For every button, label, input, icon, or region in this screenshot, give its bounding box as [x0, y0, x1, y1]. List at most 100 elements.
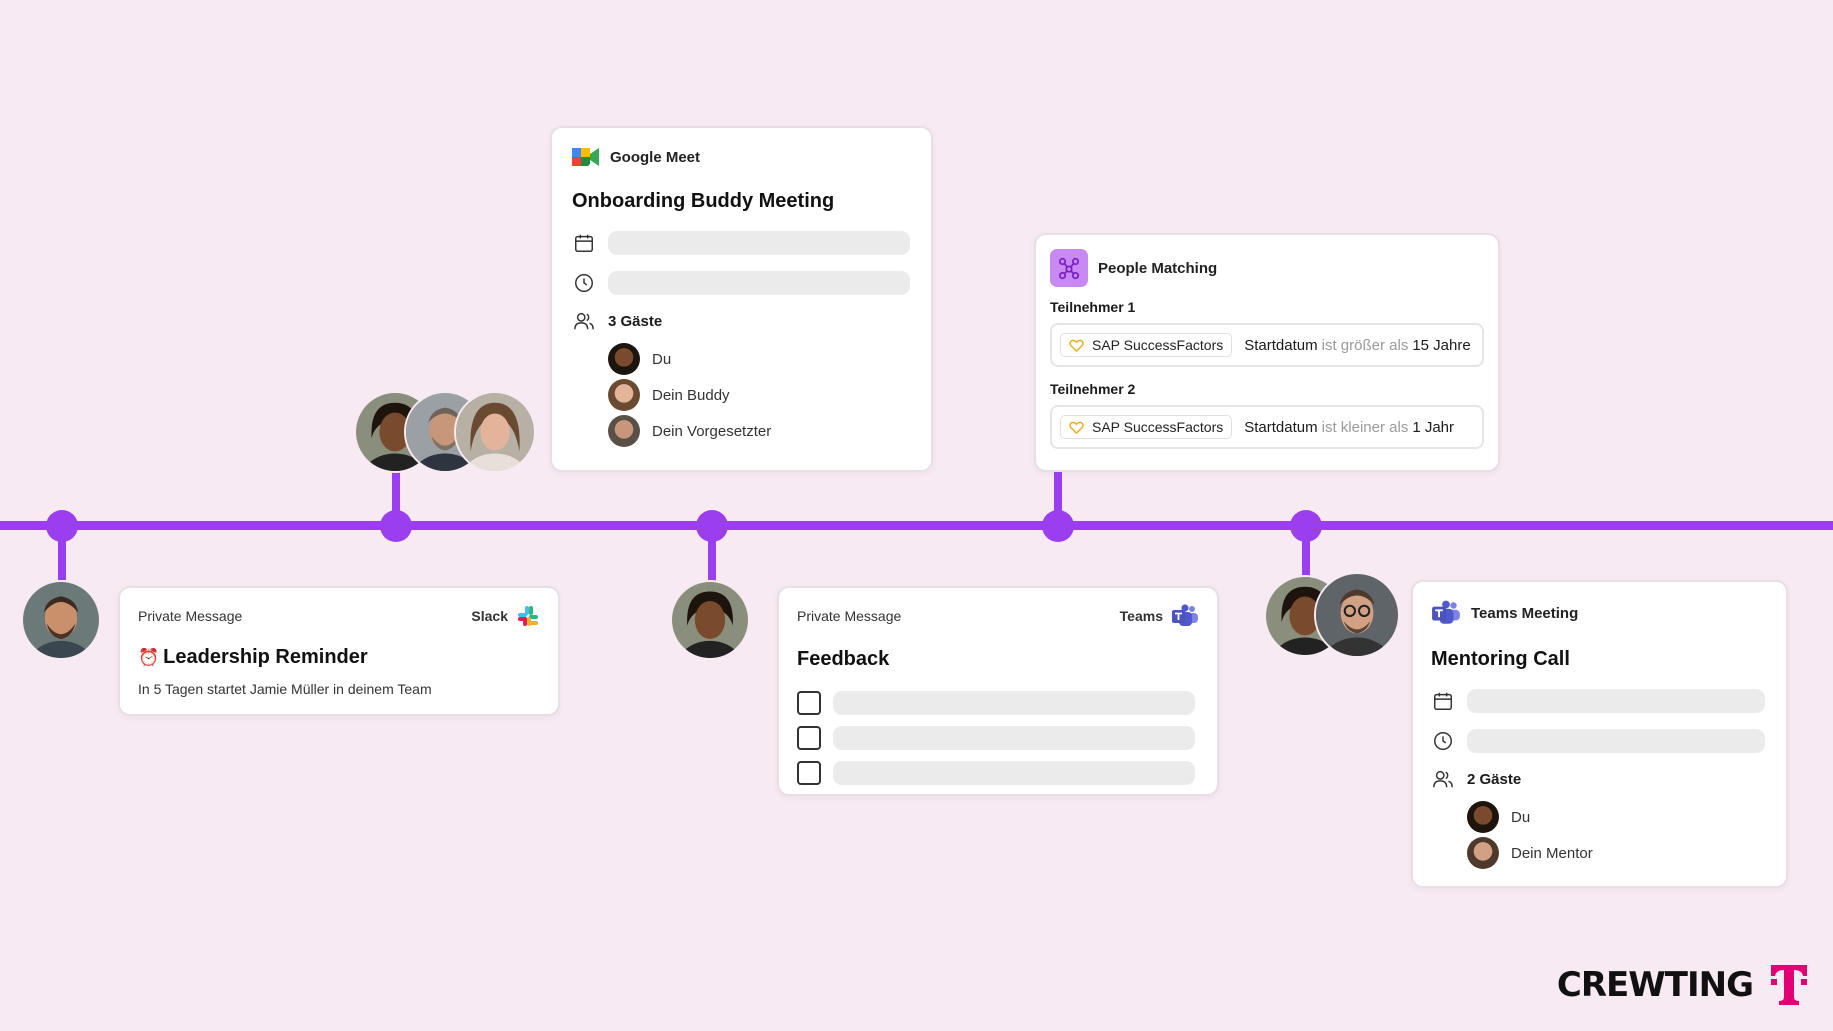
time-placeholder	[1467, 729, 1765, 753]
avatar-man-beard	[21, 580, 101, 660]
avatar-man-glasses	[1314, 572, 1400, 658]
date-placeholder	[608, 231, 910, 255]
card-header: Private Message Slack	[138, 604, 540, 628]
avatar	[1467, 837, 1499, 869]
card-title: Feedback	[797, 648, 890, 670]
guests-count: 3 Gäste	[608, 312, 663, 330]
clock-icon	[572, 271, 596, 295]
avatar	[1467, 801, 1499, 833]
avatar-woman-dark-hair	[670, 580, 750, 660]
participant-condition[interactable]: SAP SuccessFactors Startdatum ist kleine…	[1050, 405, 1484, 449]
guest-item: Dein Buddy	[608, 377, 911, 413]
source-chip: SAP SuccessFactors	[1060, 415, 1233, 439]
onboarding-buddy-meeting-card[interactable]: Google Meet Onboarding Buddy Meeting 3 G…	[550, 126, 933, 472]
participant-label: Teilnehmer 1	[1050, 299, 1136, 315]
time-placeholder	[608, 271, 910, 295]
checkbox[interactable]	[797, 690, 821, 715]
app-badge: Teams	[1120, 604, 1199, 628]
app-badge: Slack	[471, 604, 540, 628]
timeline-node[interactable]	[46, 510, 78, 542]
teams-icon	[1171, 604, 1199, 628]
timeline-stage: Google Meet Onboarding Buddy Meeting 3 G…	[0, 0, 1833, 1031]
checklist-item	[797, 720, 1199, 755]
checklist-item	[797, 685, 1199, 720]
guest-list: Du Dein Mentor	[1467, 799, 1768, 871]
teams-icon	[1431, 600, 1461, 626]
timeline-node[interactable]	[380, 510, 412, 542]
checklist-item	[797, 755, 1199, 790]
guest-item: Dein Mentor	[1467, 835, 1768, 871]
users-icon	[572, 309, 596, 333]
card-header: Private Message Teams	[797, 604, 1199, 628]
guest-name: Du	[652, 350, 672, 368]
condition-value: 15 Jahre	[1412, 336, 1471, 354]
checkbox[interactable]	[797, 725, 821, 750]
app-name: Slack	[471, 608, 508, 624]
item-placeholder	[833, 760, 1195, 785]
calendar-icon	[572, 231, 596, 255]
message-body: In 5 Tagen startet Jamie Müller in deine…	[138, 681, 432, 697]
clock-icon	[1431, 729, 1455, 753]
guests-count: 2 Gäste	[1467, 770, 1522, 788]
timeline-node[interactable]	[1042, 510, 1074, 542]
guests-row: 3 Gäste	[572, 309, 911, 333]
heart-shield-icon	[1069, 420, 1084, 435]
guest-name: Dein Vorgesetzter	[652, 422, 772, 440]
avatar	[608, 379, 640, 411]
card-title: Mentoring Call	[1431, 648, 1570, 670]
condition-field: Startdatum	[1244, 418, 1318, 436]
participant-condition[interactable]: SAP SuccessFactors Startdatum ist größer…	[1050, 323, 1484, 367]
date-row	[1431, 689, 1768, 713]
app-name: Teams	[1119, 608, 1163, 624]
brand-footer: CREWTING	[1557, 963, 1809, 1007]
card-title: Leadership Reminder	[163, 646, 368, 668]
google-meet-icon	[572, 146, 600, 168]
item-placeholder	[833, 690, 1195, 715]
app-name: People Matching	[1098, 259, 1218, 277]
guest-name: Du	[1511, 808, 1531, 826]
card-header: People Matching	[1050, 249, 1484, 287]
timeline-node[interactable]	[1290, 510, 1322, 542]
avatar-woman-brown-hair	[454, 391, 536, 473]
checklist	[797, 685, 1199, 790]
time-row	[572, 271, 911, 295]
card-title: Onboarding Buddy Meeting	[572, 190, 835, 212]
time-row	[1431, 729, 1768, 753]
condition-operator: ist kleiner als	[1321, 418, 1409, 436]
guest-list: Du Dein Buddy Dein Vorgesetzter	[608, 341, 911, 449]
source-chip: SAP SuccessFactors	[1060, 333, 1233, 357]
slack-icon	[516, 604, 540, 628]
alarm-clock-icon: ⏰	[138, 647, 160, 667]
checkbox[interactable]	[797, 760, 821, 785]
guest-item: Du	[608, 341, 911, 377]
heart-shield-icon	[1069, 338, 1084, 353]
mentoring-call-card[interactable]: Teams Meeting Mentoring Call 2 Gäste Du	[1411, 580, 1788, 888]
calendar-icon	[1431, 689, 1455, 713]
guests-row: 2 Gäste	[1431, 767, 1768, 791]
guest-item: Du	[1467, 799, 1768, 835]
date-row	[572, 231, 911, 255]
guest-name: Dein Mentor	[1511, 844, 1593, 862]
date-placeholder	[1467, 689, 1765, 713]
telekom-t-logo	[1769, 963, 1809, 1007]
condition-value: 1 Jahr	[1412, 418, 1455, 436]
participant-label: Teilnehmer 2	[1050, 381, 1136, 397]
people-matching-card[interactable]: People Matching Teilnehmer 1 SAP Success…	[1034, 233, 1500, 472]
card-title-row: ⏰ Leadership Reminder	[138, 646, 540, 669]
message-type: Private Message	[138, 608, 243, 624]
users-icon	[1431, 767, 1455, 791]
timeline-line	[0, 521, 1833, 530]
network-icon	[1050, 249, 1088, 287]
app-name: Google Meet	[610, 148, 701, 166]
feedback-card[interactable]: Private Message Teams Feedback	[777, 586, 1219, 796]
timeline-node[interactable]	[696, 510, 728, 542]
leadership-reminder-card[interactable]: Private Message Slack ⏰ Leadership Remin…	[118, 586, 560, 716]
card-header: Google Meet	[572, 146, 911, 168]
avatar	[608, 415, 640, 447]
avatar	[608, 343, 640, 375]
message-type: Private Message	[797, 608, 902, 624]
condition-operator: ist größer als	[1321, 336, 1409, 354]
guest-name: Dein Buddy	[652, 386, 730, 404]
crewting-wordmark: CREWTING	[1556, 965, 1754, 1005]
card-header: Teams Meeting	[1431, 600, 1768, 626]
